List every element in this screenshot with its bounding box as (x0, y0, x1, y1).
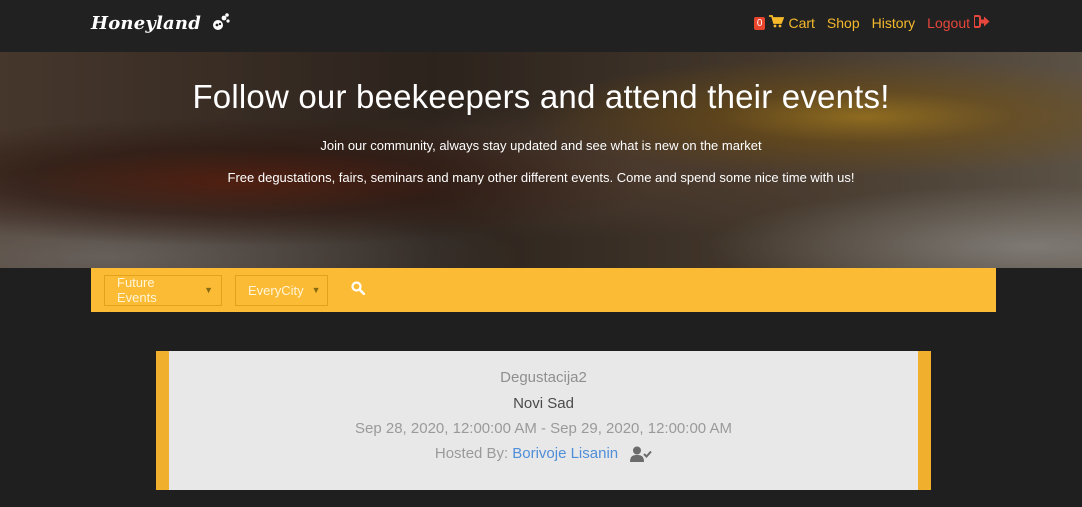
cart-count-badge: 0 (753, 16, 766, 30)
logout-link[interactable]: Logout (927, 15, 990, 31)
event-time-value: Future Events (117, 275, 157, 305)
hosted-by-label: Hosted By: (434, 445, 509, 462)
search-icon (351, 280, 366, 300)
cart-label: Cart (788, 15, 815, 31)
search-button[interactable] (347, 279, 369, 301)
logout-icon (973, 15, 990, 31)
user-check-icon[interactable] (630, 446, 652, 462)
hero-subtitle: Join our community, always stay updated … (320, 138, 762, 153)
logout-label: Logout (927, 15, 970, 31)
hero-content: Follow our beekeepers and attend their e… (0, 78, 1082, 185)
event-name: Degustacija2 (500, 369, 587, 386)
hero-description: Free degustations, fairs, seminars and m… (227, 170, 855, 185)
event-card[interactable]: Degustacija2 Novi Sad Sep 28, 2020, 12:0… (156, 351, 931, 490)
cart-link[interactable]: 0 Cart (753, 15, 815, 31)
chevron-down-icon: ▼ (311, 285, 321, 295)
filter-bar: Future Events ▼ EveryCity ▼ (91, 268, 996, 312)
city-select[interactable]: EveryCity ▼ (235, 274, 328, 306)
brand-logo[interactable]: Honeyland (91, 12, 231, 34)
history-link[interactable]: History (872, 15, 916, 31)
chevron-down-icon: ▼ (204, 285, 213, 295)
event-city: Novi Sad (513, 395, 574, 412)
event-host: Hosted By: Borivoje Lisanin (169, 445, 918, 462)
navbar: Honeyland 0 Cart Shop History Logout (0, 0, 1082, 52)
host-link[interactable]: Borivoje Lisanin (512, 445, 618, 462)
shop-link[interactable]: Shop (827, 15, 860, 31)
nav-links: 0 Cart Shop History Logout (753, 15, 990, 31)
hero-title: Follow our beekeepers and attend their e… (192, 78, 890, 115)
hero-banner: Follow our beekeepers and attend their e… (0, 52, 1082, 268)
city-value: EveryCity (248, 282, 304, 298)
event-dates: Sep 28, 2020, 12:00:00 AM - Sep 29, 2020… (355, 420, 732, 437)
brand-name: Honeyland (91, 12, 201, 34)
event-time-select[interactable]: Future Events ▼ (104, 274, 222, 306)
bee-icon (209, 12, 231, 34)
cart-icon (769, 15, 785, 31)
